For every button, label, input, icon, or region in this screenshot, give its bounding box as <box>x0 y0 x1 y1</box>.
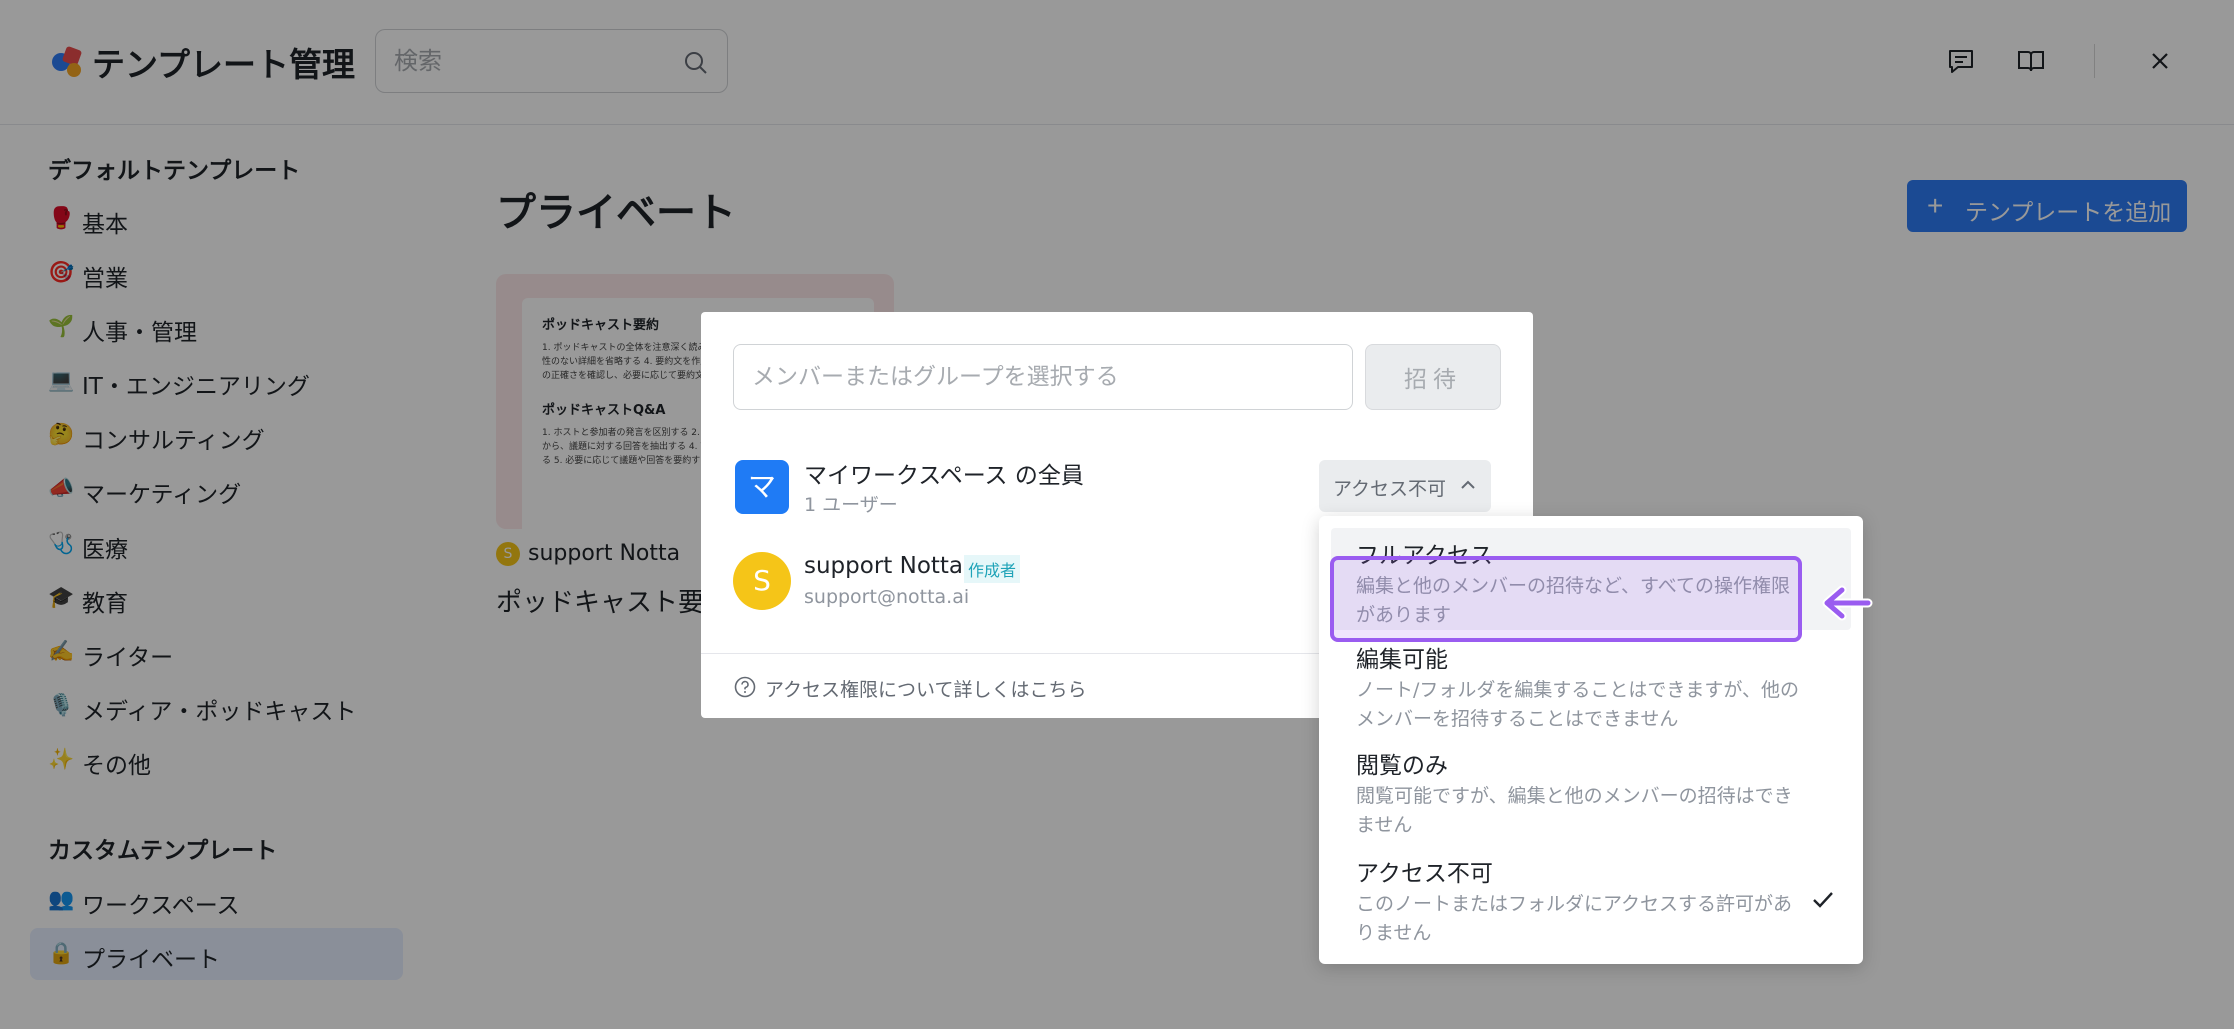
permission-option-no-access[interactable]: アクセス不可 このノートまたはフォルダにアクセスする許可がありません <box>1331 854 1851 954</box>
member-name: マイワークスペース の全員 <box>804 463 1084 489</box>
permission-title: 閲覧のみ <box>1356 753 1448 779</box>
workspace-avatar: マ <box>735 460 789 514</box>
permission-desc: 閲覧可能ですが、編集と他のメンバーの招待はできません <box>1356 785 1793 836</box>
member-count: 1 ユーザー <box>804 494 898 516</box>
access-help-link[interactable]: アクセス権限について詳しくはこちら <box>765 675 1086 702</box>
arrow-left-icon <box>1822 585 1873 621</box>
invite-button[interactable]: 招待 <box>1365 344 1501 410</box>
member-select-input[interactable] <box>733 344 1353 410</box>
access-level-dropdown[interactable]: アクセス不可 <box>1319 460 1491 512</box>
permission-option-can-edit[interactable]: 編集可能 ノート/フォルダを編集することはできますが、他のメンバーを招待すること… <box>1331 640 1851 740</box>
permission-desc: ノート/フォルダを編集することはできますが、他のメンバーを招待することはできませ… <box>1356 679 1800 730</box>
avatar: S <box>733 552 791 610</box>
permission-option-view-only[interactable]: 閲覧のみ 閲覧可能ですが、編集と他のメンバーの招待はできません <box>1331 746 1851 846</box>
permission-title: アクセス不可 <box>1356 861 1493 887</box>
check-icon <box>1813 892 1833 908</box>
permission-desc: このノートまたはフォルダにアクセスする許可がありません <box>1356 893 1793 944</box>
highlight-box <box>1330 556 1802 642</box>
member-email: support@notta.ai <box>804 586 970 608</box>
chevron-up-icon <box>1461 480 1475 489</box>
permission-title: 編集可能 <box>1356 647 1448 673</box>
creator-badge: 作成者 <box>964 555 1021 583</box>
help-icon[interactable] <box>734 676 756 698</box>
access-level-value: アクセス不可 <box>1333 478 1447 500</box>
member-name: support Notta <box>804 553 964 579</box>
